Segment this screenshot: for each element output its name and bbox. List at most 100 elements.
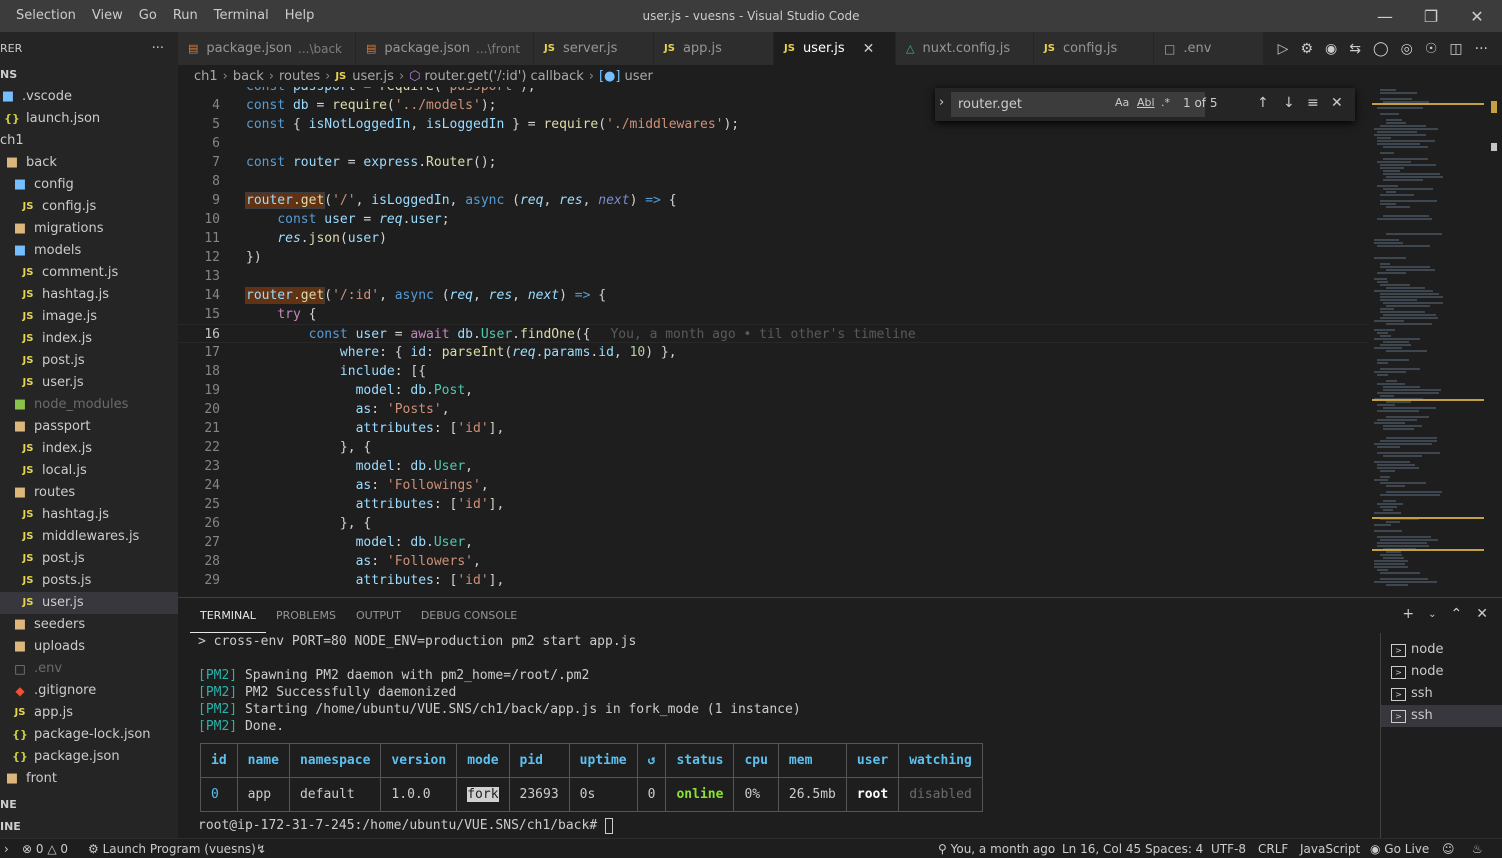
menu-go[interactable]: Go [131,0,165,32]
terminal-instance[interactable]: > ssh [1381,683,1502,705]
tab-package-json[interactable]: ▤ package.json ...\back [178,32,356,65]
tree-item[interactable]: JS post.js [0,350,178,372]
tab-env[interactable]: □ .env [1154,32,1264,65]
breadcrumb-item[interactable]: routes [279,69,320,84]
compare-icon[interactable]: ⇆ [1349,41,1361,57]
tree-item[interactable]: {} package.json [0,746,178,768]
tab-user-js[interactable]: JS user.js ✕ [774,32,896,65]
lightning-icon[interactable]: ↯ [256,839,266,858]
debug-launch-status[interactable]: ⚙ Launch Program (vuesns) [88,839,256,858]
encoding-status[interactable]: UTF-8 [1211,839,1246,858]
feedback-icon[interactable]: ☺ [1442,839,1455,858]
tree-item[interactable]: JS index.js [0,438,178,460]
terminal-instance[interactable]: > node [1381,661,1502,683]
tree-item[interactable]: JS app.js [0,702,178,724]
tree-item[interactable]: ■ node_modules [0,394,178,416]
more-actions-icon[interactable]: ··· [152,41,164,56]
menu-view[interactable]: View [84,0,131,32]
match-case-toggle[interactable]: Aa [1115,96,1129,109]
tree-item[interactable]: JS config.js [0,196,178,218]
minimize-icon[interactable]: — [1362,0,1408,32]
git-lens-icon[interactable]: ☉ [1425,41,1438,57]
close-window-icon[interactable]: ✕ [1454,0,1500,32]
go-live-status[interactable]: ◉ Go Live [1370,839,1429,858]
tree-item[interactable]: ◆ .gitignore [0,680,178,702]
arrow-down-icon[interactable]: ↓ [1283,95,1295,111]
terminal-output[interactable]: > cross-env PORT=80 NODE_ENV=production … [198,633,1378,839]
breadcrumb-item[interactable]: ch1 [194,69,218,84]
terminal-instance[interactable]: > ssh [1381,705,1502,727]
remote-icon[interactable]: › [4,839,9,858]
terminal-instance[interactable]: > node [1381,639,1502,661]
arrow-up-icon[interactable]: ↑ [1257,95,1269,111]
problems-status[interactable]: ⊗ 0 △ 0 [22,839,68,858]
minimap[interactable] [1368,87,1488,595]
tree-item[interactable]: ■ .vscode [0,86,178,108]
previous-change-icon[interactable]: ◯ [1373,41,1389,57]
tree-item[interactable]: JS user.js [0,372,178,394]
tree-item[interactable]: JS middlewares.js [0,526,178,548]
tree-item[interactable]: JS local.js [0,460,178,482]
go-live-icon[interactable]: ◉ [1325,41,1337,57]
tree-item[interactable]: □ .env [0,658,178,680]
eol-status[interactable]: CRLF [1258,839,1288,858]
tree-item[interactable]: JS posts.js [0,570,178,592]
breadcrumb-item[interactable]: back [233,69,264,84]
tree-item[interactable]: JS image.js [0,306,178,328]
tree-item[interactable]: JS index.js [0,328,178,350]
tab-app-js[interactable]: JS app.js [654,32,774,65]
maximize-panel-icon[interactable]: ⌃ [1451,606,1463,624]
tree-item[interactable]: JS hashtag.js [0,284,178,306]
breadcrumb-variable[interactable]: user [624,69,652,84]
tree-item[interactable]: ■ routes [0,482,178,504]
menu-help[interactable]: Help [277,0,323,32]
tab-problems[interactable]: PROBLEMS [266,598,346,633]
restore-icon[interactable]: ❐ [1408,0,1454,32]
run-icon[interactable]: ▷ [1278,41,1289,57]
language-mode[interactable]: JavaScript [1300,839,1360,858]
split-editor-icon[interactable]: ◫ [1449,41,1462,57]
cursor-position[interactable]: Ln 16, Col 45 [1062,839,1141,858]
more-icon[interactable]: ··· [1475,41,1488,57]
notifications-icon[interactable]: ♨ [1472,839,1483,858]
tab-terminal[interactable]: TERMINAL [190,598,266,633]
tree-item[interactable]: ■ models [0,240,178,262]
next-change-icon[interactable]: ◎ [1401,41,1413,57]
new-terminal-icon[interactable]: + [1402,606,1414,624]
editor-scrollbar[interactable] [1488,87,1502,595]
indentation-status[interactable]: Spaces: 4 [1145,839,1203,858]
tree-item[interactable]: ch1 [0,130,178,152]
breadcrumb-symbol[interactable]: router.get('/:id') callback [425,69,584,84]
close-tab-icon[interactable]: ✕ [863,41,875,57]
tab-debug-console[interactable]: DEBUG CONSOLE [411,598,527,633]
toggle-replace-icon[interactable]: › [939,95,944,110]
tree-item[interactable]: ■ uploads [0,636,178,658]
whole-word-toggle[interactable]: Abl [1137,96,1155,109]
tree-item[interactable]: ■ front [0,768,178,790]
tab-output[interactable]: OUTPUT [346,598,411,633]
tree-item[interactable]: ■ back [0,152,178,174]
close-icon[interactable]: ✕ [1331,95,1343,111]
tab-package-json[interactable]: ▤ package.json ...\front [356,32,534,65]
menu-run[interactable]: Run [165,0,206,32]
regex-toggle[interactable]: .* [1161,96,1170,109]
workspace-section-header[interactable]: NS [0,64,178,86]
tree-item[interactable]: ■ passport [0,416,178,438]
find-in-selection-icon[interactable]: ≡ [1307,95,1319,111]
tree-item[interactable]: {} package-lock.json [0,724,178,746]
tab-config-js[interactable]: JS config.js [1034,32,1154,65]
menu-selection[interactable]: Selection [8,0,84,32]
code-editor[interactable]: const passport = require('passport'); 4c… [178,87,1368,595]
tree-item[interactable]: JS user.js [0,592,178,614]
chevron-down-icon[interactable]: ⌄ [1428,606,1436,624]
debug-icon[interactable]: ⚙ [1300,41,1313,57]
tab-nuxt-config-js[interactable]: △ nuxt.config.js [896,32,1034,65]
tree-item[interactable]: JS post.js [0,548,178,570]
tree-item[interactable]: ■ config [0,174,178,196]
tree-item[interactable]: JS comment.js [0,262,178,284]
close-panel-icon[interactable]: ✕ [1476,606,1488,624]
timeline-section-header[interactable]: INE [0,816,178,838]
menu-terminal[interactable]: Terminal [206,0,277,32]
git-blame-status[interactable]: ⚲ You, a month ago [938,839,1055,858]
tree-item[interactable]: ■ seeders [0,614,178,636]
